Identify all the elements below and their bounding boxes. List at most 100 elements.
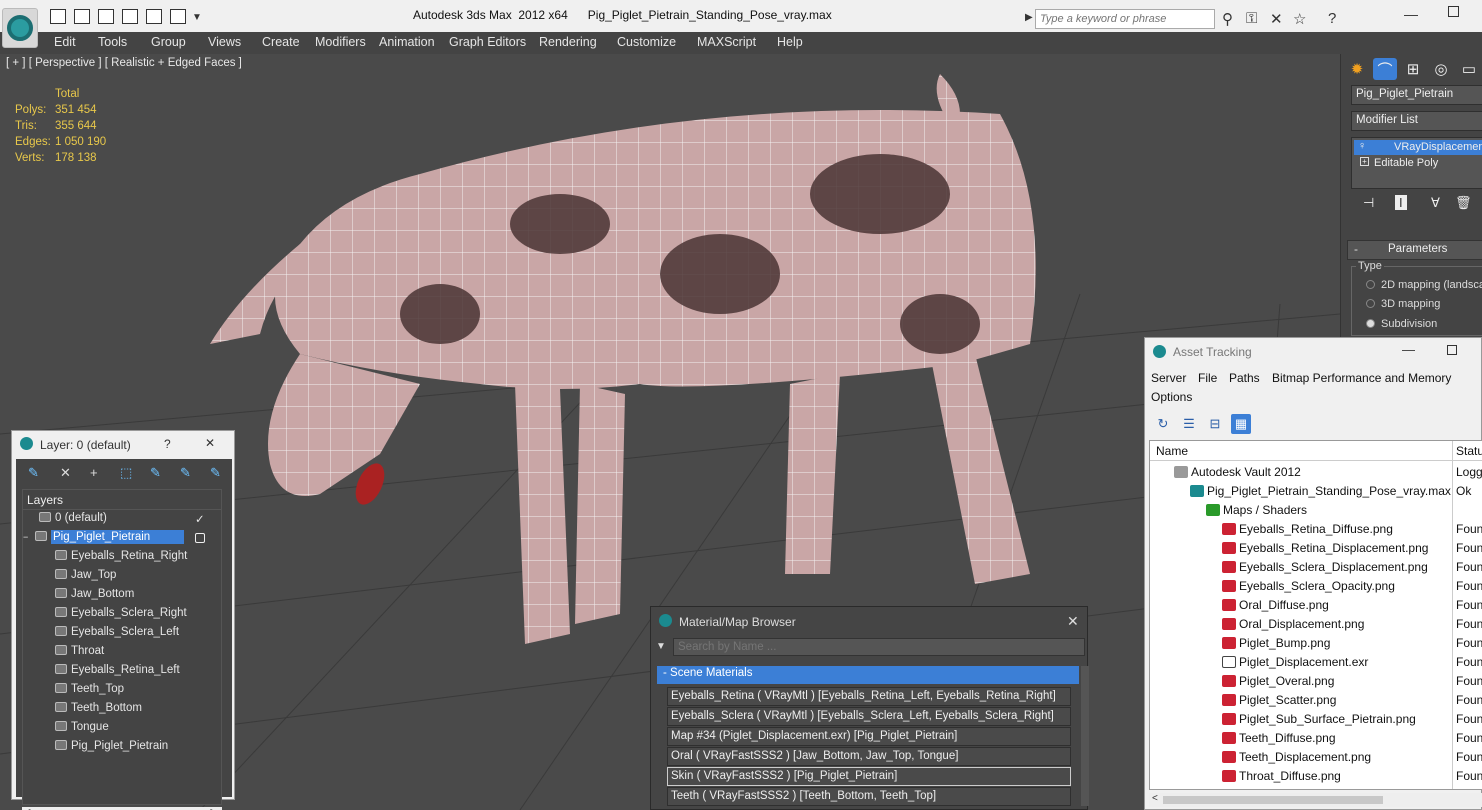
highlight-layer-icon[interactable]: ✎ [150,465,161,481]
menu-file[interactable]: File [1198,371,1217,385]
vertical-scrollbar[interactable] [1081,666,1089,806]
material-search-input[interactable] [673,638,1085,656]
object-name-field[interactable]: Pig_Piglet_Pietrain [1351,85,1482,105]
motion-tab-icon[interactable]: ◎ [1429,58,1453,80]
minimize-icon[interactable]: — [1402,342,1415,357]
maximize-icon[interactable] [1447,345,1457,355]
close-icon[interactable]: ✕ [1067,613,1079,630]
stack-item-editable-poly[interactable]: + Editable Poly [1354,156,1482,171]
layers-column-header[interactable]: Layers [23,490,221,510]
material-row[interactable]: Eyeballs_Retina ( VRayMtl ) [Eyeballs_Re… [667,687,1071,706]
refresh-icon[interactable]: ↻ [1153,414,1173,434]
new-layer-icon[interactable]: ✎ [28,465,39,481]
status-column-header[interactable]: Status [1456,444,1482,458]
menu-edit[interactable]: Edit [54,35,76,49]
menu-maxscript[interactable]: MAXScript [697,35,756,49]
binoculars-icon[interactable]: ⚲ [1222,10,1233,28]
hierarchy-tab-icon[interactable]: ⊞ [1401,58,1425,80]
app-menu-button[interactable] [2,8,38,48]
list-view-icon[interactable]: ☰ [1179,414,1199,434]
scrollbar-thumb[interactable] [1163,796,1383,804]
select-in-layer-icon[interactable]: ⬚ [120,465,132,481]
collapse-icon[interactable]: - [663,667,670,679]
material-browser-titlebar[interactable]: Material/Map Browser ✕ [651,607,1087,633]
help-icon[interactable]: ? [1328,10,1336,27]
menu-graph-editors[interactable]: Graph Editors [449,35,526,49]
layer-row[interactable]: Teeth_Bottom [55,702,142,720]
material-row[interactable]: Oral ( VRayFastSSS2 ) [Jaw_Bottom, Jaw_T… [667,747,1071,766]
layer-row[interactable]: Eyeballs_Sclera_Right [55,607,187,625]
menu-group[interactable]: Group [151,35,186,49]
radio-icon[interactable] [1366,299,1375,308]
menu-create[interactable]: Create [262,35,300,49]
layer-row[interactable]: Eyeballs_Retina_Left [55,664,180,682]
menu-server[interactable]: Server [1151,371,1186,385]
chevron-right-icon[interactable]: ▶ [1025,12,1033,23]
close-icon[interactable]: ✕ [205,436,215,450]
radio-icon[interactable] [1366,319,1375,328]
scene-materials-group[interactable]: - Scene Materials [657,666,1079,684]
tree-view-icon[interactable]: ⊟ [1205,414,1225,434]
modifier-list-dropdown[interactable]: Modifier List [1351,111,1482,131]
asset-row[interactable]: Piglet_Displacement.exr Found [1150,653,1482,672]
asset-row[interactable]: Oral_Displacement.png Found [1150,615,1482,634]
show-end-result-icon[interactable]: I [1395,195,1407,210]
subscription-icon[interactable]: ⚿ [1246,10,1257,27]
add-to-layer-icon[interactable]: + [90,465,98,480]
collapse-icon[interactable]: − [23,532,35,542]
material-row[interactable]: Map #34 (Piglet_Displacement.exr) [Pig_P… [667,727,1071,746]
radio-2d-mapping[interactable]: 2D mapping (landscape) [1366,279,1482,291]
layer-row[interactable]: Jaw_Bottom [55,588,134,606]
asset-row[interactable]: Eyeballs_Sclera_Opacity.png Found [1150,577,1482,596]
layer-window-titlebar[interactable]: Layer: 0 (default) ? ✕ [12,431,234,457]
material-row[interactable]: Eyeballs_Sclera ( VRayMtl ) [Eyeballs_Sc… [667,707,1071,726]
radio-3d-mapping[interactable]: 3D mapping [1366,298,1440,310]
menu-rendering[interactable]: Rendering [539,35,597,49]
keyword-search-input[interactable] [1035,9,1215,29]
browser-options-icon[interactable]: ▼ [656,641,666,652]
asset-row[interactable]: Teeth_Displacement.png Found [1150,748,1482,767]
layer-row[interactable]: Eyeballs_Sclera_Left [55,626,179,644]
viewport-label[interactable]: [ + ] [ Perspective ] [ Realistic + Edge… [6,57,242,69]
undo-icon[interactable] [122,9,138,24]
layer-row[interactable]: Throat [55,645,104,663]
help-icon[interactable]: ? [164,437,171,451]
remove-modifier-icon[interactable]: 🗑 [1455,195,1472,211]
asset-row[interactable]: Piglet_Overal.png Found [1150,672,1482,691]
asset-row[interactable]: Autodesk Vault 2012 Logged Out [1150,463,1482,482]
menu-paths[interactable]: Paths [1229,371,1260,385]
menu-customize[interactable]: Customize [617,35,676,49]
asset-row[interactable]: Pig_Piglet_Pietrain_Standing_Pose_vray.m… [1150,482,1482,501]
asset-row[interactable]: Piglet_Scatter.png Found [1150,691,1482,710]
create-tab-icon[interactable]: ✹ [1345,58,1369,80]
menu-animation[interactable]: Animation [379,35,435,49]
asset-row[interactable]: Teeth_Diffuse.png Found [1150,729,1482,748]
menu-help[interactable]: Help [777,35,803,49]
name-column-header[interactable]: Name [1156,444,1188,458]
new-file-icon[interactable] [50,9,66,24]
layer-row[interactable]: Jaw_Top [55,569,116,587]
hide-all-icon[interactable]: ✎ [180,465,191,481]
asset-row[interactable]: Throat_Diffuse.png Found [1150,767,1482,786]
maximize-icon[interactable] [1448,6,1459,17]
parameters-rollout[interactable]: - Parameters [1347,240,1482,260]
menu-bitmap-performance[interactable]: Bitmap Performance and Memory [1272,371,1451,385]
menu-views[interactable]: Views [208,35,241,49]
open-file-icon[interactable] [74,9,90,24]
minimize-icon[interactable]: — [1404,6,1418,22]
lightbulb-icon[interactable]: ♀ [1358,140,1366,152]
asset-row[interactable]: Piglet_Sub_Surface_Pietrain.png Found [1150,710,1482,729]
menu-modifiers[interactable]: Modifiers [315,35,366,49]
layer-row[interactable]: Teeth_Top [55,683,124,701]
asset-row[interactable]: Eyeballs_Sclera_Displacement.png Found [1150,558,1482,577]
layer-row[interactable]: Tongue [55,721,109,739]
layer-row[interactable]: − Pig_Piglet_Pietrain [23,530,205,549]
table-view-icon[interactable]: ▦ [1231,414,1251,434]
communication-icon[interactable]: ✕ [1270,10,1283,28]
menu-options[interactable]: Options [1151,390,1192,404]
radio-subdivision[interactable]: Subdivision [1366,318,1437,330]
save-file-icon[interactable] [98,9,114,24]
favorites-star-icon[interactable]: ☆ [1293,10,1306,28]
material-row[interactable]: Skin ( VRayFastSSS2 ) [Pig_Piglet_Pietra… [667,767,1071,786]
make-unique-icon[interactable]: ∀ [1431,195,1440,211]
